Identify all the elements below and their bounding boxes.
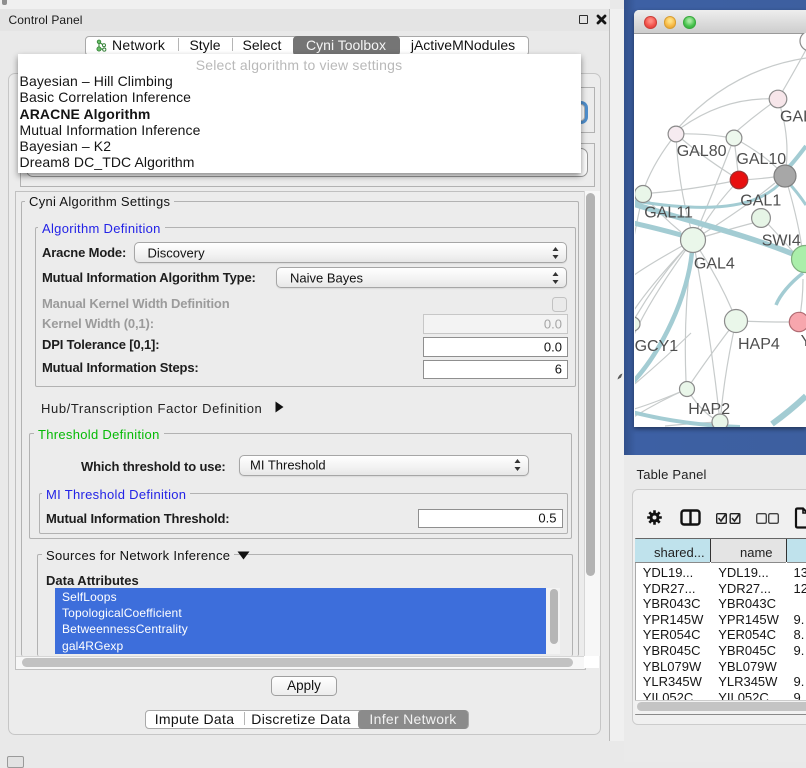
- svg-text:GAL10: GAL10: [736, 151, 786, 168]
- svg-text:GAL11: GAL11: [644, 205, 693, 222]
- svg-text:HAP4: HAP4: [738, 336, 780, 353]
- svg-text:GAL1: GAL1: [740, 193, 781, 210]
- svg-text:YEL: YEL: [801, 333, 806, 350]
- svg-text:SWI4: SWI4: [762, 233, 801, 250]
- svg-text:GAL80: GAL80: [677, 143, 727, 160]
- svg-text:HAP2: HAP2: [688, 401, 730, 418]
- svg-text:GCY1: GCY1: [635, 338, 678, 355]
- svg-text:GAL4: GAL4: [694, 256, 735, 273]
- svg-text:GAL2: GAL2: [780, 109, 806, 126]
